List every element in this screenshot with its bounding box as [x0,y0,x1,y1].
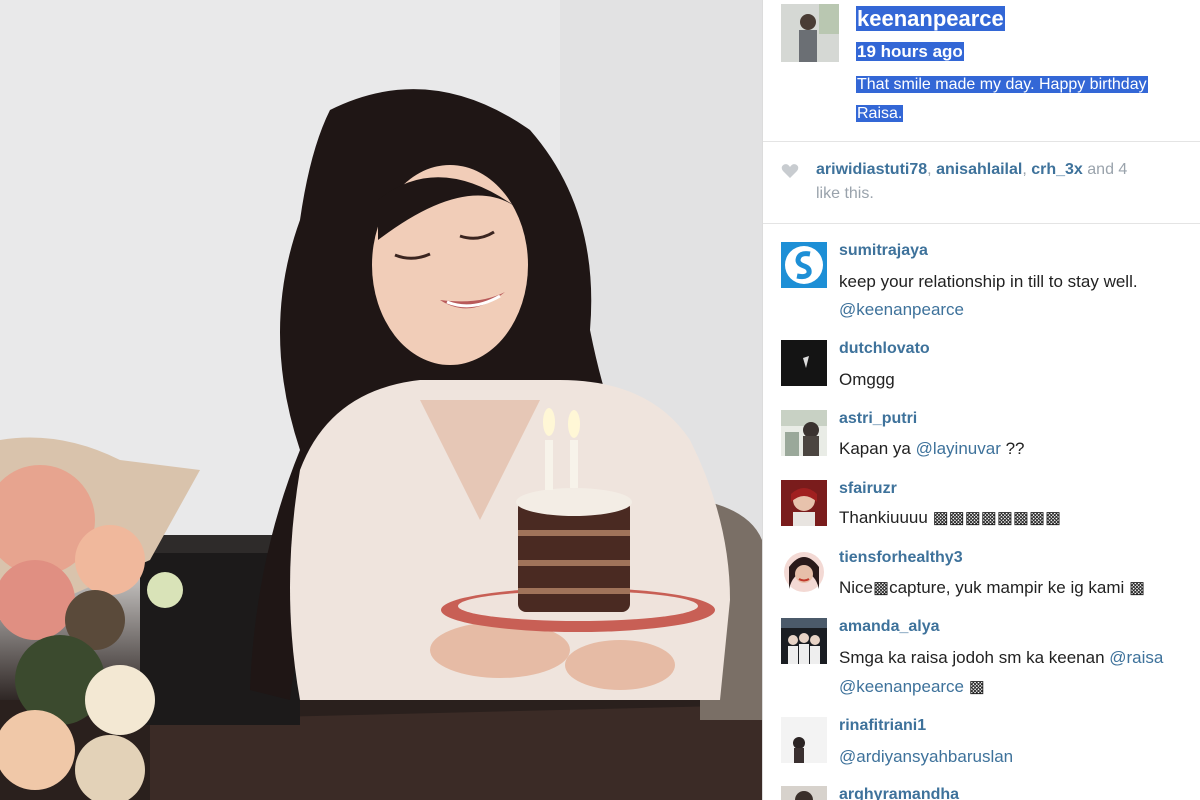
likes-suffix: like this. [816,185,874,202]
comment-username[interactable]: arghyramandha [839,786,959,800]
commenter-avatar[interactable] [781,618,827,664]
comment-text-part: ▩ [964,677,985,696]
comment-username[interactable]: sumitrajaya [839,242,928,260]
liker-username[interactable]: crh_3x [1031,161,1083,178]
commenter-avatar[interactable] [781,786,827,800]
likes-separator: , [927,161,932,178]
comment-text: keep your relationship in till to stay w… [839,272,1138,291]
caption-line-1: That smile made my day. Happy birthday [856,76,1148,93]
comment-mention[interactable]: @layinuvar [916,439,1001,458]
comment-username[interactable]: tiensforhealthy3 [839,549,963,567]
author-username[interactable]: keenanpearce [856,6,1005,32]
commenter-avatar-image [781,480,827,526]
comment-username[interactable]: dutchlovato [839,340,930,358]
comment-username[interactable]: rinafitriani1 [839,717,926,735]
birthday-photo-illustration [0,0,762,800]
comment-text: Omggg [839,370,895,389]
commenter-avatar-image [781,549,827,595]
comment-text-part: Kapan ya [839,439,916,458]
post-caption: That smile made my day. Happy birthday R… [856,70,1200,128]
author-username-text: keenanpearce [856,6,1005,31]
likes-more[interactable]: and 4 [1087,161,1127,178]
likes-separator: , [1022,161,1027,178]
post-timestamp-text: 19 hours ago [856,42,964,61]
comment-text-part: Smga ka raisa jodoh sm ka keenan [839,648,1110,667]
liker-username[interactable]: ariwidiastuti78 [816,161,927,178]
comment-text: Smga ka raisa jodoh sm ka keenan @raisa [839,643,1163,672]
comment-text: Nice▩capture, yuk mampir ke ig kami ▩ [839,578,1146,597]
divider [763,141,1200,142]
likes-summary: ariwidiastuti78, anisahlailal, crh_3x an… [781,158,1200,206]
comment-text: Kapan ya @layinuvar ?? [839,434,1025,463]
comments-panel: keenanpearce 19 hours ago That smile mad… [762,0,1200,800]
comment-username[interactable]: astri_putri [839,410,917,428]
author-avatar-image [781,4,839,62]
comment-mention[interactable]: @ardiyansyahbaruslan [839,742,1013,771]
commenter-avatar-image [781,786,827,800]
commenter-avatar[interactable] [781,340,827,386]
post-timestamp: 19 hours ago [856,42,964,62]
commenter-avatar-image [781,340,827,386]
author-avatar[interactable] [781,4,839,62]
commenter-avatar[interactable] [781,480,827,526]
comment-mention[interactable]: @keenanpearce [839,677,964,696]
commenter-avatar[interactable] [781,242,827,288]
comment-mention[interactable]: @raisa [1109,648,1163,667]
comment-text-part: ?? [1000,439,1025,458]
divider [763,223,1200,224]
liker-username[interactable]: anisahlailal [936,161,1022,178]
commenter-avatar[interactable] [781,410,827,456]
comment-text: @keenanpearce ▩ [839,672,985,701]
post-photo[interactable] [0,0,762,800]
commenter-avatar-image [781,717,827,763]
commenter-avatar-image [781,618,827,664]
comment-username[interactable]: sfairuzr [839,480,897,498]
caption-line-2: Raisa. [856,105,904,122]
comment-username[interactable]: amanda_alya [839,618,940,636]
comment-mention[interactable]: @keenanpearce [839,295,964,324]
commenter-avatar[interactable] [781,549,827,595]
commenter-avatar-image [781,242,827,288]
commenter-avatar-image [781,410,827,456]
commenter-avatar[interactable] [781,717,827,763]
comment-text: Thankiuuuu ▩▩▩▩▩▩▩▩ [839,508,1062,527]
